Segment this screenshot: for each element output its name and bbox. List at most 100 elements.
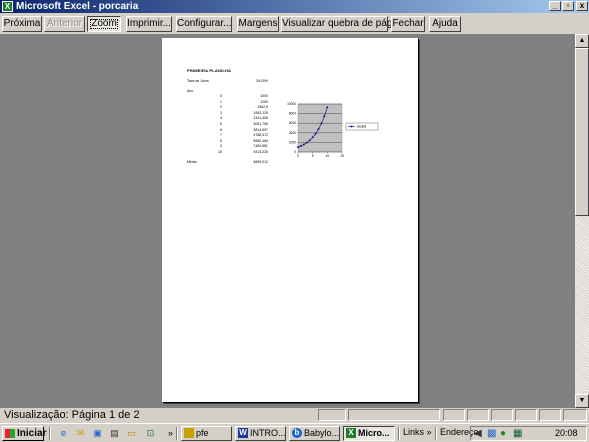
page-shadow bbox=[418, 40, 420, 403]
messenger-icon[interactable]: ● bbox=[500, 428, 506, 439]
close-button[interactable]: x bbox=[576, 1, 588, 11]
row-year: 6 bbox=[220, 127, 222, 132]
status-panel bbox=[563, 409, 587, 421]
row-value: 1953,125 bbox=[253, 110, 268, 115]
task-label: INTRO... bbox=[250, 428, 286, 438]
data-point bbox=[323, 115, 326, 118]
row-year: 1 bbox=[220, 99, 222, 104]
data-point bbox=[311, 136, 314, 139]
spreadsheet-icon[interactable]: ⊡ bbox=[145, 428, 156, 439]
row-value: 9313,226 bbox=[253, 150, 268, 154]
y-tick-label: 4000 bbox=[289, 131, 296, 135]
divider bbox=[398, 427, 400, 440]
row-value: 1000 bbox=[260, 94, 268, 98]
task-excel[interactable]: X Micro... bbox=[343, 426, 395, 441]
x-tick-label: 5 bbox=[312, 154, 314, 158]
status-text: Visualização: Página 1 de 2 bbox=[4, 409, 140, 421]
clock[interactable]: 20:08 bbox=[555, 428, 578, 438]
printed-page[interactable]: PRIMEIRA PLANILHA Taxa de Juros 25,00% A… bbox=[162, 38, 418, 402]
links-chevron-icon[interactable]: » bbox=[427, 427, 432, 437]
data-point bbox=[303, 143, 305, 146]
row-year: 8 bbox=[220, 138, 222, 143]
status-panel bbox=[515, 409, 537, 421]
row-year: 7 bbox=[220, 133, 222, 138]
y-tick-label: 8000 bbox=[289, 112, 296, 116]
previous-button[interactable]: Anterior bbox=[44, 16, 85, 32]
desktop-icon[interactable]: ▣ bbox=[92, 428, 103, 439]
outlook-icon[interactable]: ✉ bbox=[75, 428, 86, 439]
misc-icon[interactable]: ▦ bbox=[513, 428, 522, 439]
total-value: 3690,012 bbox=[253, 160, 268, 164]
row-year: 3 bbox=[220, 110, 222, 115]
x-tick-label: 15 bbox=[340, 154, 344, 158]
status-panel bbox=[348, 409, 440, 421]
links-label: Links bbox=[403, 427, 425, 437]
data-point bbox=[297, 146, 299, 148]
maximize-button[interactable]: ▫ bbox=[562, 1, 574, 11]
status-panel bbox=[318, 409, 346, 421]
y-tick-label: 10000 bbox=[287, 102, 296, 106]
task-babylon[interactable]: b Babylo... bbox=[289, 426, 340, 441]
help-button[interactable]: Ajuda bbox=[429, 16, 461, 32]
row-value: 5960,464 bbox=[253, 138, 268, 143]
media-icon[interactable]: ▤ bbox=[109, 428, 120, 439]
row-year: 10 bbox=[218, 150, 222, 154]
system-tray: ◀ ▩ ● ▦ 20:08 bbox=[470, 426, 587, 441]
print-button[interactable]: Imprimir... bbox=[126, 16, 172, 32]
row-year: 4 bbox=[220, 116, 222, 121]
vertical-scrollbar[interactable]: ▲ ▼ bbox=[575, 34, 589, 408]
status-panel bbox=[491, 409, 513, 421]
rate-value: 25,00% bbox=[256, 79, 268, 83]
scroll-thumb[interactable] bbox=[575, 48, 589, 216]
y-tick-label: 2000 bbox=[289, 140, 296, 144]
setup-button[interactable]: Configurar... bbox=[176, 16, 232, 32]
row-value: 1250 bbox=[260, 99, 268, 104]
task-pfe[interactable]: pfe bbox=[181, 426, 232, 441]
volume-icon[interactable]: ◀ bbox=[474, 428, 482, 439]
data-point bbox=[314, 132, 317, 135]
data-point bbox=[306, 141, 308, 144]
ie-icon[interactable]: e bbox=[58, 428, 69, 439]
data-point bbox=[320, 122, 323, 125]
quicklaunch-chevron-icon[interactable]: » bbox=[165, 428, 176, 439]
x-tick-label: 0 bbox=[297, 154, 299, 158]
year-label: Ano bbox=[187, 89, 194, 93]
row-value: 4768,372 bbox=[253, 133, 268, 138]
row-year: 9 bbox=[220, 144, 222, 149]
task-intro[interactable]: W INTRO... bbox=[235, 426, 286, 441]
folder-icon[interactable]: ▭ bbox=[126, 428, 137, 439]
row-value: 3051,758 bbox=[253, 122, 268, 126]
zoom-button[interactable]: Zoom bbox=[87, 16, 121, 32]
excel-icon: X bbox=[2, 1, 13, 12]
row-value: 2441,406 bbox=[253, 116, 268, 121]
minimize-button[interactable]: _ bbox=[549, 1, 561, 11]
row-year: 0 bbox=[220, 94, 222, 98]
word-icon: W bbox=[238, 428, 248, 438]
excel-icon: X bbox=[346, 428, 356, 438]
start-button[interactable]: Iniciar bbox=[2, 426, 46, 441]
links-toolbar[interactable]: Links » bbox=[403, 427, 432, 437]
status-panel bbox=[539, 409, 561, 421]
data-point bbox=[317, 128, 320, 130]
next-button[interactable]: Próxima bbox=[2, 16, 42, 32]
divider bbox=[176, 427, 178, 440]
scroll-down-icon[interactable]: ▼ bbox=[575, 394, 589, 408]
data-point bbox=[326, 106, 329, 109]
y-tick-label: 0 bbox=[294, 150, 296, 154]
margins-button[interactable]: Margens bbox=[237, 16, 279, 32]
divider bbox=[435, 427, 437, 440]
page-break-preview-button[interactable]: Visualizar quebra de página bbox=[281, 16, 406, 32]
y-tick-label: 6000 bbox=[289, 121, 296, 125]
page-shadow bbox=[164, 402, 420, 404]
scroll-up-icon[interactable]: ▲ bbox=[575, 34, 589, 48]
close-preview-button[interactable]: Fechar bbox=[391, 16, 425, 32]
task-label: Micro... bbox=[358, 428, 390, 438]
taskbar: Iniciar e ✉ ▣ ▤ ▭ ⊡ » pfe W INTRO... b B… bbox=[0, 423, 589, 442]
legend-label: Seqüê bbox=[357, 125, 366, 129]
print-preview-toolbar: Próxima Anterior Zoom Imprimir... Config… bbox=[0, 13, 589, 33]
row-year: 2 bbox=[220, 105, 222, 110]
network-icon[interactable]: ▩ bbox=[487, 428, 496, 439]
status-bar: Visualização: Página 1 de 2 bbox=[0, 408, 589, 422]
windows-logo-icon bbox=[5, 429, 15, 438]
line-chart: 0 2000 4000 6000 8000 10000 0 5 10 15 Seqüê bbox=[287, 102, 379, 158]
